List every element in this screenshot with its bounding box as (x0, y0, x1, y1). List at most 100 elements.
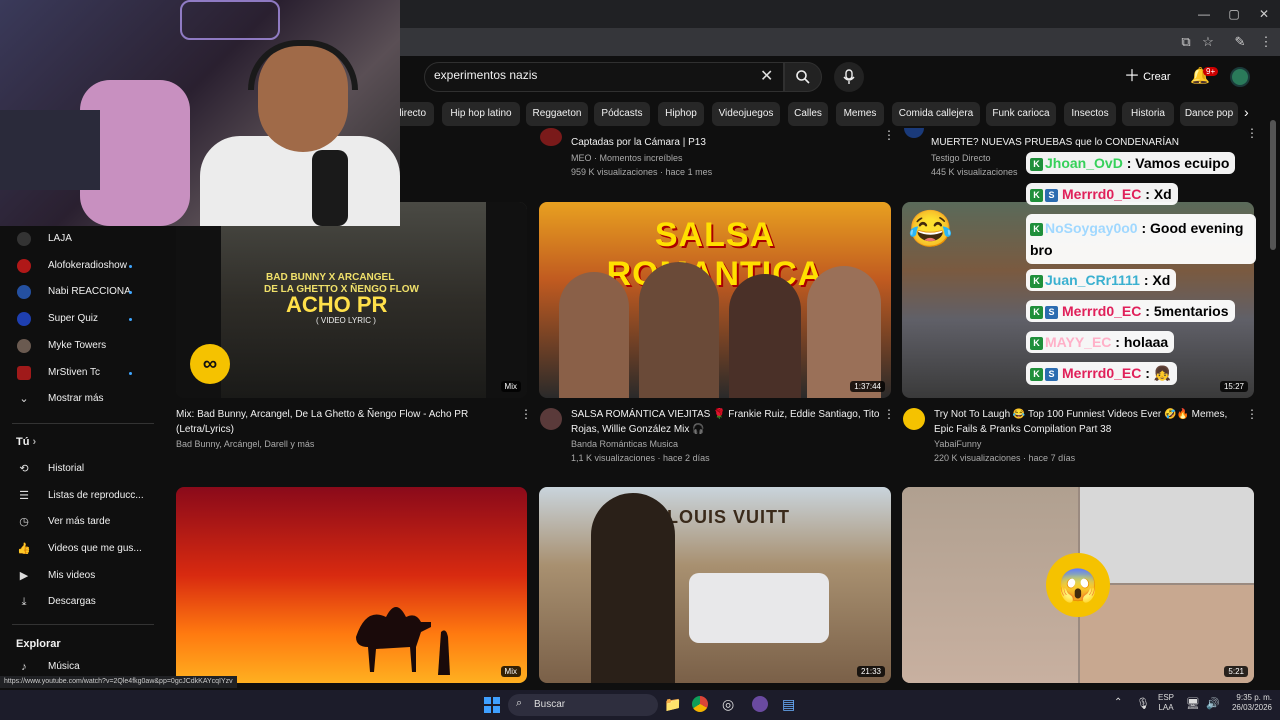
network-icon[interactable]: 🖥 (1186, 697, 1200, 710)
search-button[interactable] (784, 62, 822, 92)
sidebar-item-playlists[interactable]: ☰ Listas de reproducc... (0, 483, 160, 509)
video-channel-top2[interactable]: Testigo Directo (931, 151, 991, 166)
chat-username: MAYY_EC (1045, 334, 1112, 350)
channel-avatar-testigo[interactable] (904, 128, 924, 138)
video-menu-icon[interactable]: ⋮ (520, 407, 532, 421)
chat-message: K Jhoan_OvD : Vamos ecuipo (1026, 152, 1236, 174)
sub-badge-icon: S (1045, 305, 1058, 319)
sidebar-item-watch-later[interactable]: ◷ Ver más tarde (0, 509, 160, 535)
video-menu-icon[interactable]: ⋮ (883, 407, 895, 421)
webcam-overlay (0, 0, 400, 226)
video-thumbnail-glasses[interactable]: 😱 5:21 (902, 487, 1254, 683)
thumb-person (807, 266, 881, 398)
chip-memes[interactable]: Memes (836, 102, 884, 126)
video-title-acho-pr[interactable]: Mix: Bad Bunny, Arcangel, De La Ghetto &… (176, 407, 506, 437)
chip-dance-pop[interactable]: Dance pop (1180, 102, 1238, 126)
extension-icon[interactable]: ✎ (1230, 32, 1250, 52)
sidebar-item-label: Nabi REACCIONA (48, 286, 131, 297)
video-menu-icon[interactable]: ⋮ (1246, 126, 1258, 140)
chip-hiphop-latino[interactable]: Hip hop latino (442, 102, 520, 126)
sidebar-item-myke-towers[interactable]: Myke Towers (0, 333, 160, 359)
download-icon: ⤓ (21, 596, 27, 608)
video-title-top2[interactable]: MUERTE? NUEVAS PRUEBAS que lo CONDENARÍA… (931, 135, 1231, 150)
you-heading[interactable]: Tú › (16, 436, 36, 448)
plus-icon: ＋ (1124, 68, 1141, 86)
cast-icon[interactable]: ⧉ (1176, 32, 1196, 52)
sidebar-item-mrstiven[interactable]: MrStiven Tc (0, 360, 160, 386)
sidebar-item-alofokeradioshow[interactable]: Alofokeradioshow (0, 253, 160, 279)
windows-start-icon[interactable] (484, 697, 500, 713)
chat-username: Jhoan_OvD (1045, 155, 1123, 171)
channel-avatar-meo[interactable] (540, 128, 562, 146)
sidebar-item-label: Mis videos (48, 570, 96, 581)
tray-mic-icon[interactable]: 🎙 (1136, 697, 1150, 710)
chip-historia[interactable]: Historia (1122, 102, 1174, 126)
video-title-laugh[interactable]: Try Not To Laugh 😂 Top 100 Funniest Vide… (934, 407, 1234, 437)
file-explorer-icon[interactable]: 📁 (664, 696, 681, 713)
minimize-icon[interactable]: — (1188, 4, 1220, 24)
chip-calles[interactable]: Calles (788, 102, 828, 126)
video-menu-icon[interactable]: ⋮ (1246, 407, 1258, 421)
sticker-icon: 👧 (1153, 365, 1172, 381)
sidebar-item-my-videos[interactable]: ▶ Mis videos (0, 563, 160, 589)
language-indicator[interactable]: ESP LAA (1158, 693, 1174, 713)
sidebar-item-nabi[interactable]: Nabi REACCIONA (0, 279, 160, 305)
bookmark-star-icon[interactable]: ☆ (1198, 32, 1218, 52)
obs-icon[interactable]: ◎ (722, 696, 734, 713)
chip-funk-carioca[interactable]: Funk carioca (986, 102, 1056, 126)
video-channel-salsa[interactable]: Banda Románticas Musica (571, 437, 678, 452)
new-content-dot (129, 372, 132, 375)
app-icon[interactable] (752, 696, 768, 712)
taskbar-search-input[interactable]: ⌕ Buscar (508, 694, 658, 716)
duration-badge: 21:33 (856, 666, 885, 677)
video-thumbnail-louis-vuitton[interactable]: LOUIS VUITT 21:33 (539, 487, 891, 683)
show-more-button[interactable]: ⌄ Mostrar más (0, 386, 160, 412)
chip-videojuegos[interactable]: Videojuegos (712, 102, 780, 126)
video-channel-acho-pr[interactable]: Bad Bunny, Arcángel, Darell y más (176, 437, 314, 452)
chip-insectos[interactable]: Insectos (1064, 102, 1116, 126)
video-thumbnail-acho-pr[interactable]: BAD BUNNY X ARCANGEL DE LA GHETTO X ÑENG… (176, 202, 527, 398)
clear-search-icon[interactable]: ✕ (760, 66, 773, 86)
sidebar-item-liked-videos[interactable]: 👍 Videos que me gus... (0, 536, 160, 562)
chip-comida-callejera[interactable]: Comida callejera (892, 102, 980, 126)
video-meta-top1: 959 K visualizaciones · hace 1 mes (571, 167, 713, 177)
chip-podcasts[interactable]: Pódcasts (594, 102, 650, 126)
clock[interactable]: 9:35 p. m. 26/03/2026 (1224, 693, 1272, 713)
chevron-down-icon: ⌄ (19, 393, 29, 405)
chrome-icon[interactable] (692, 696, 708, 712)
video-menu-icon[interactable]: ⋮ (883, 128, 895, 142)
chip-reggaeton[interactable]: Reggaeton (526, 102, 588, 126)
neon-sign (180, 0, 280, 40)
chip-hiphop[interactable]: Hiphop (658, 102, 704, 126)
sidebar-item-label: Myke Towers (48, 340, 107, 351)
sidebar-item-super-quiz[interactable]: Super Quiz (0, 306, 160, 332)
scrollbar[interactable] (1270, 120, 1276, 250)
avatar[interactable] (1230, 67, 1250, 87)
sidebar-item-historial[interactable]: ⟲ Historial (0, 456, 160, 482)
channel-avatar (17, 259, 31, 273)
kick-badge-icon: K (1030, 222, 1043, 236)
sidebar-item-downloads[interactable]: ⤓ Descargas (0, 589, 160, 615)
thumb-person (639, 262, 719, 398)
channel-avatar[interactable] (903, 408, 925, 430)
volume-icon[interactable]: 🔊 (1206, 697, 1220, 710)
video-thumbnail-camel[interactable]: Mix (176, 487, 527, 683)
tray-chevron-icon[interactable]: ⌃ (1114, 697, 1122, 708)
video-meta-salsa: 1,1 K visualizaciones · hace 2 días (571, 453, 710, 463)
sidebar-item-laja[interactable]: LAJA (0, 226, 160, 252)
channel-avatar[interactable] (540, 408, 562, 430)
sidebar-item-label: Historial (48, 463, 85, 474)
voice-search-button[interactable] (834, 62, 864, 92)
create-button[interactable]: ＋ Crear (1124, 64, 1180, 90)
video-thumbnail-salsa[interactable]: SALSA ROMANTICA 1:37:44 (539, 202, 891, 398)
browser-menu-icon[interactable]: ⋮ (1256, 32, 1276, 52)
video-title-salsa[interactable]: SALSA ROMÁNTICA VIEJITAS 🌹 Frankie Ruiz,… (571, 407, 881, 437)
close-window-icon[interactable]: ✕ (1248, 4, 1280, 24)
maximize-icon[interactable]: ▢ (1218, 4, 1250, 24)
kick-badge-icon: K (1030, 157, 1043, 171)
notepad-icon[interactable]: ▤ (782, 696, 795, 713)
video-title-top1[interactable]: Captadas por la Cámara | P13 (571, 135, 881, 150)
video-channel-top1[interactable]: MEO · Momentos increíbles (571, 151, 683, 166)
chevron-right-icon[interactable]: › (1244, 104, 1249, 120)
video-channel-laugh[interactable]: YabaiFunny (934, 437, 981, 452)
